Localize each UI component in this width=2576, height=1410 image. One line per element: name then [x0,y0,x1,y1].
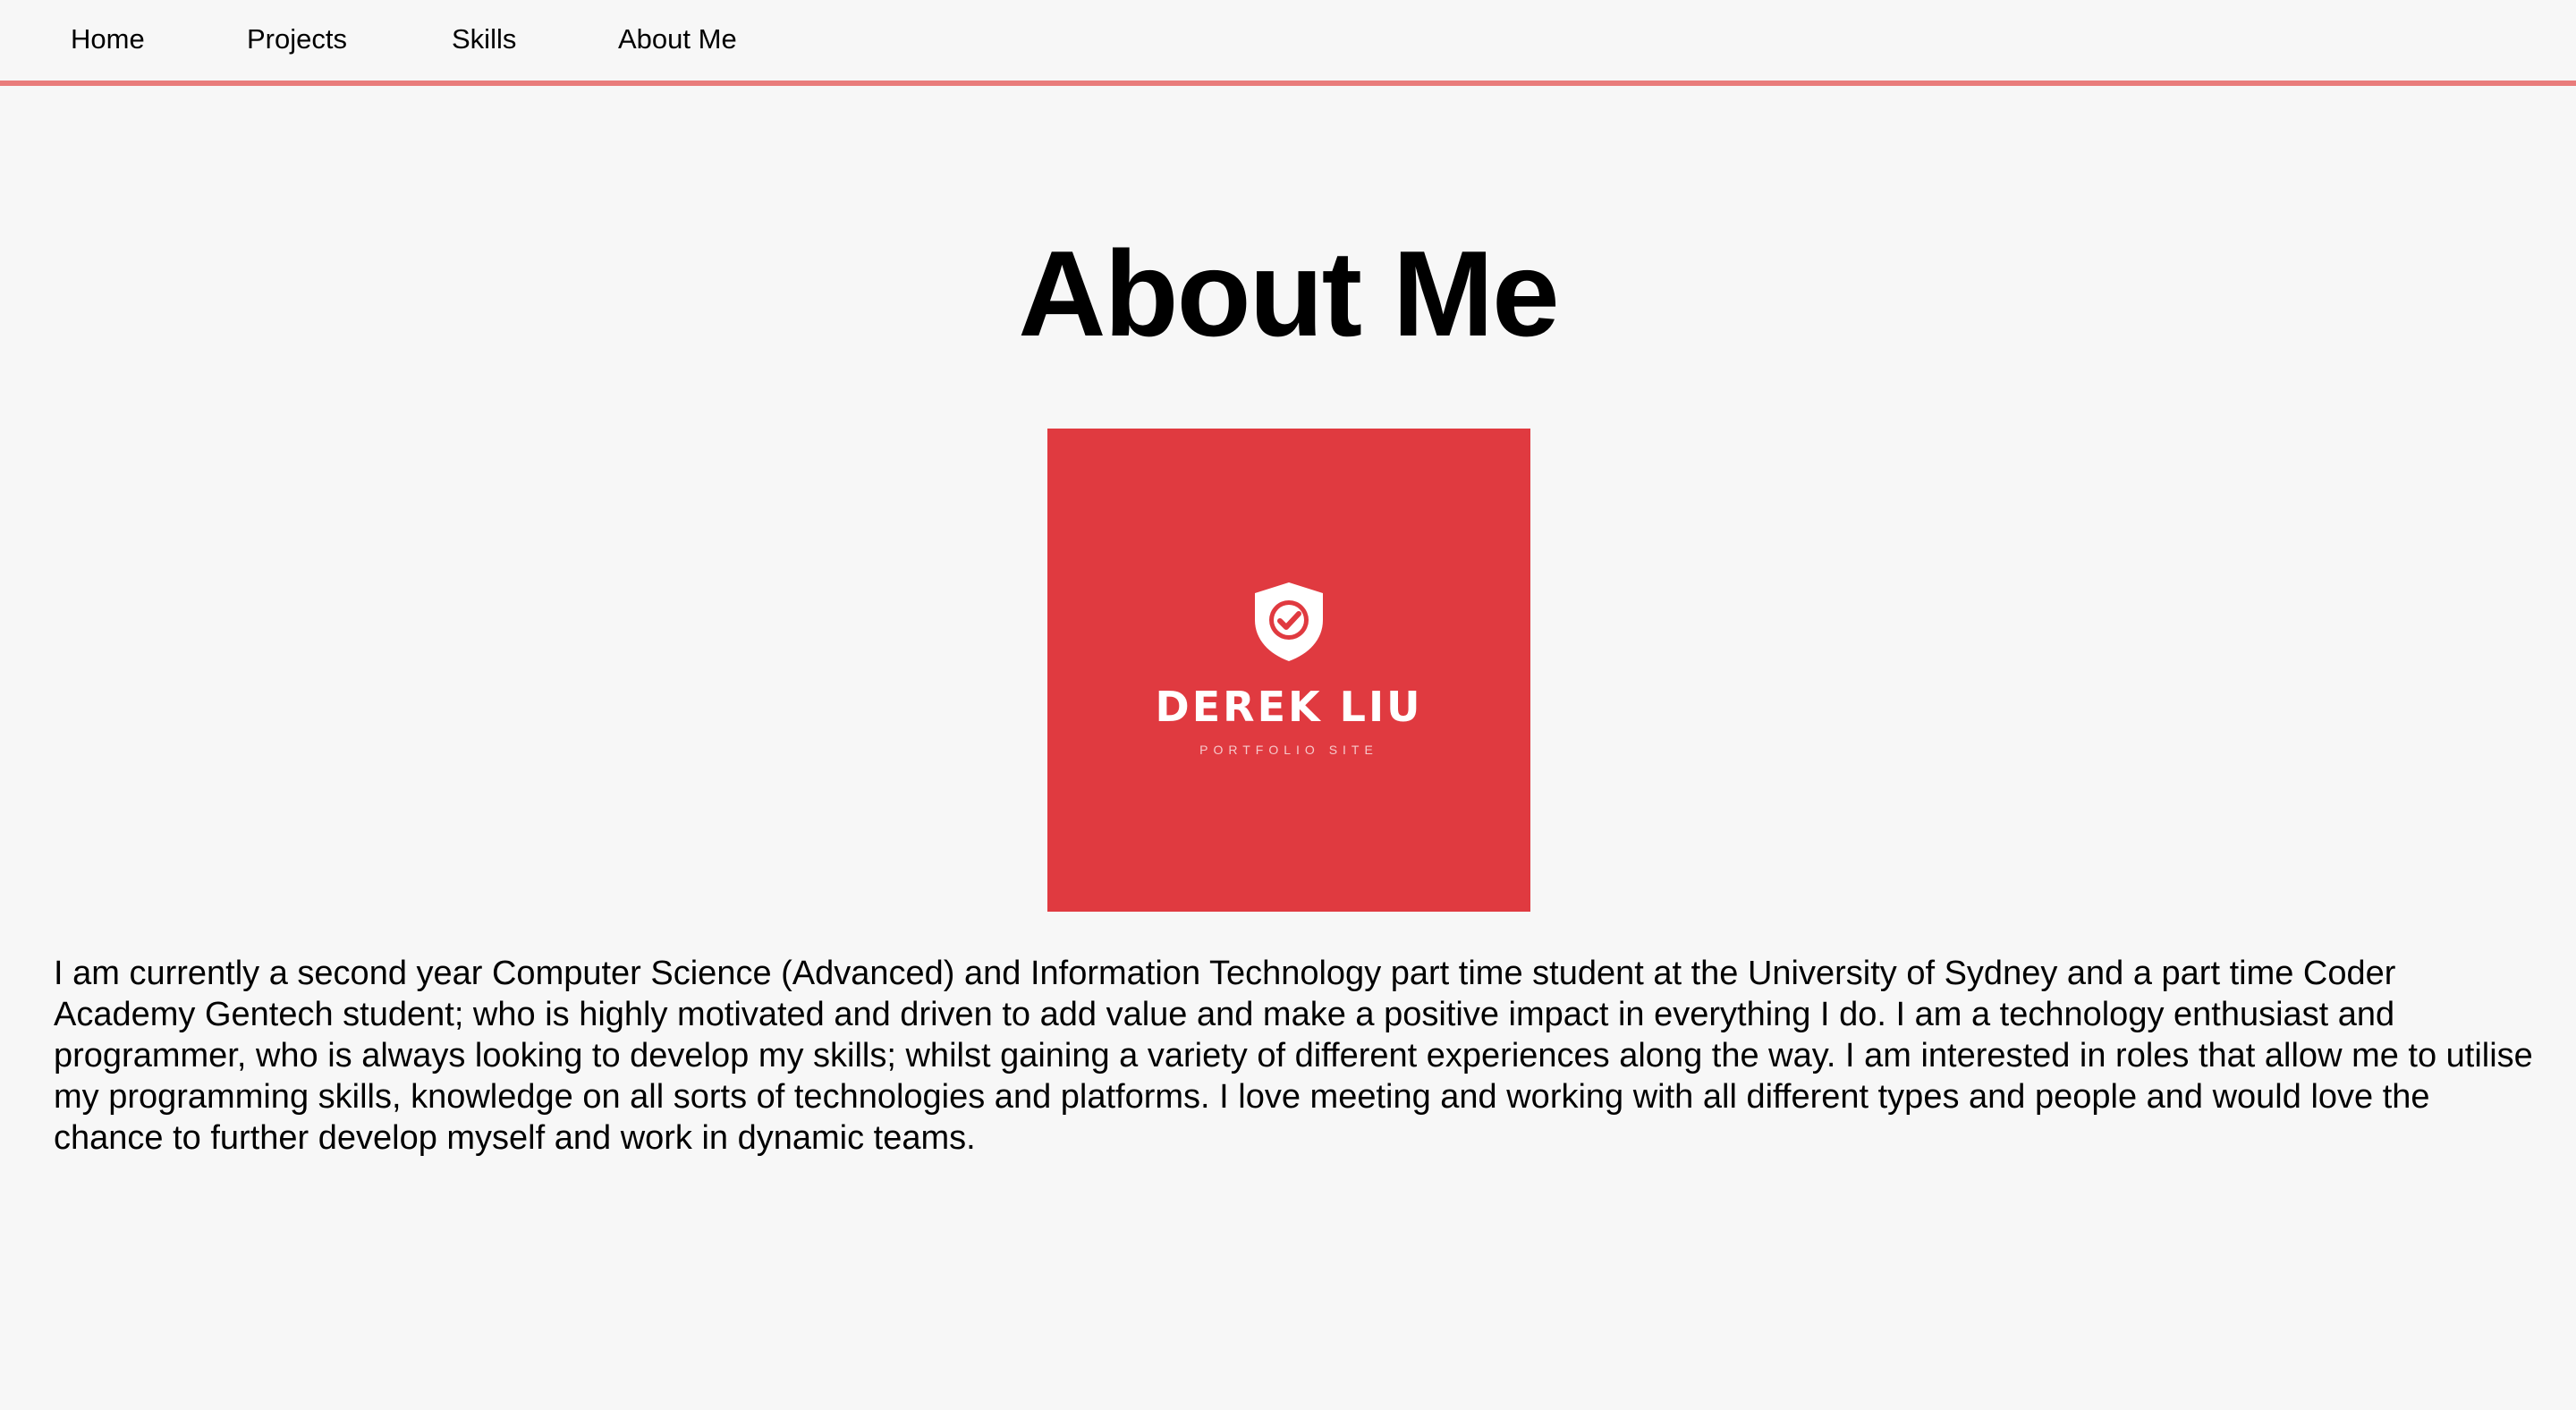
bio-paragraph: I am currently a second year Computer Sc… [54,955,2533,1157]
nav-link-about-me[interactable]: About Me [618,20,737,59]
logo-subtitle: PORTFOLIO SITE [1199,743,1378,757]
navbar: Home Projects Skills About Me [0,0,2576,86]
nav-link-projects[interactable]: Projects [247,20,347,59]
nav-link-skills[interactable]: Skills [452,20,516,59]
page-title: About Me [1018,225,1559,361]
nav-link-home[interactable]: Home [71,20,145,59]
logo-name: DEREK LIU [1155,683,1423,731]
portfolio-logo: DEREK LIU PORTFOLIO SITE [1047,429,1530,912]
shield-check-icon [1255,582,1323,661]
